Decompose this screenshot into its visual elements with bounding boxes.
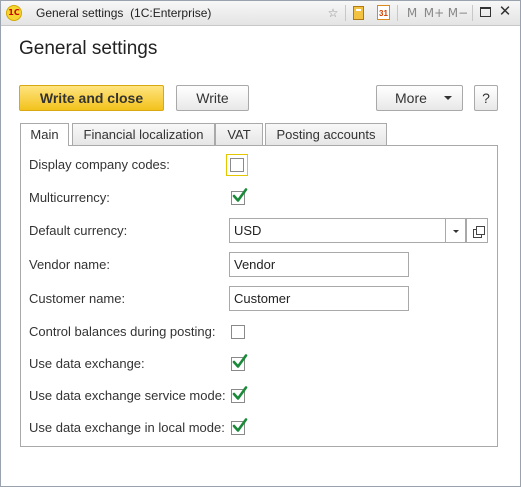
calculator-icon[interactable]	[353, 6, 364, 20]
currency-dropdown-button[interactable]	[446, 218, 466, 243]
checkbox-box	[230, 158, 244, 172]
display-company-codes-label: Display company codes:	[29, 157, 170, 172]
write-button[interactable]: Write	[176, 85, 249, 111]
use-data-exchange-label: Use data exchange:	[29, 356, 145, 371]
more-button[interactable]: More	[376, 85, 463, 111]
toolbar-separator	[397, 5, 398, 21]
write-and-close-button[interactable]: Write and close	[19, 85, 164, 111]
memory-minus-button[interactable]: M−	[447, 4, 469, 22]
window: 1С General settings (1C:Enterprise) ☆ 31…	[0, 0, 521, 487]
use-data-exchange-local-label: Use data exchange in local mode:	[29, 420, 225, 435]
title-bar: 1С General settings (1C:Enterprise) ☆ 31…	[1, 1, 520, 26]
control-balances-label: Control balances during posting:	[29, 324, 216, 339]
control-balances-checkbox[interactable]	[231, 325, 245, 339]
vendor-name-label: Vendor name:	[29, 257, 110, 272]
default-currency-label: Default currency:	[29, 223, 128, 238]
form-title: General settings	[19, 38, 158, 59]
tab-main[interactable]: Main	[20, 123, 69, 146]
star-icon[interactable]: ☆	[325, 4, 341, 22]
window-title: General settings (1C:Enterprise)	[36, 6, 211, 20]
calendar-icon[interactable]: 31	[377, 5, 390, 20]
multicurrency-label: Multicurrency:	[29, 190, 110, 205]
customer-name-label: Customer name:	[29, 291, 126, 306]
tab-posting-accounts[interactable]: Posting accounts	[265, 123, 387, 145]
use-data-exchange-local-checkbox[interactable]	[231, 418, 248, 435]
maximize-icon[interactable]	[480, 7, 491, 17]
use-data-exchange-checkbox[interactable]	[231, 354, 248, 371]
memory-plus-button[interactable]: M+	[423, 4, 445, 22]
memory-button[interactable]: M	[403, 4, 421, 22]
use-data-exchange-service-checkbox[interactable]	[231, 386, 248, 403]
checkmark-icon	[232, 386, 248, 400]
default-currency-input[interactable]: USD	[229, 218, 446, 243]
checkmark-icon	[232, 418, 248, 432]
help-button[interactable]: ?	[474, 85, 498, 111]
use-data-exchange-service-label: Use data exchange service mode:	[29, 388, 226, 403]
customer-name-input[interactable]: Customer	[229, 286, 409, 311]
close-icon[interactable]: ✕	[498, 3, 512, 21]
window-app-name: (1C:Enterprise)	[130, 6, 212, 20]
tab-financial-localization[interactable]: Financial localization	[72, 123, 215, 145]
open-currency-button[interactable]	[466, 218, 488, 243]
toolbar-separator	[472, 5, 473, 21]
window-title-text: General settings	[36, 6, 124, 20]
checkmark-icon	[232, 188, 248, 202]
vendor-name-input[interactable]: Vendor	[229, 252, 409, 277]
app-logo-icon[interactable]: 1С	[6, 5, 22, 21]
chevron-down-icon	[444, 96, 452, 100]
checkmark-icon	[232, 354, 248, 368]
toolbar-separator	[345, 5, 346, 21]
more-button-label: More	[395, 90, 427, 106]
tab-vat[interactable]: VAT	[215, 123, 263, 145]
open-form-icon-back	[476, 226, 485, 235]
display-company-codes-checkbox[interactable]	[226, 154, 248, 176]
multicurrency-checkbox[interactable]	[231, 188, 248, 205]
